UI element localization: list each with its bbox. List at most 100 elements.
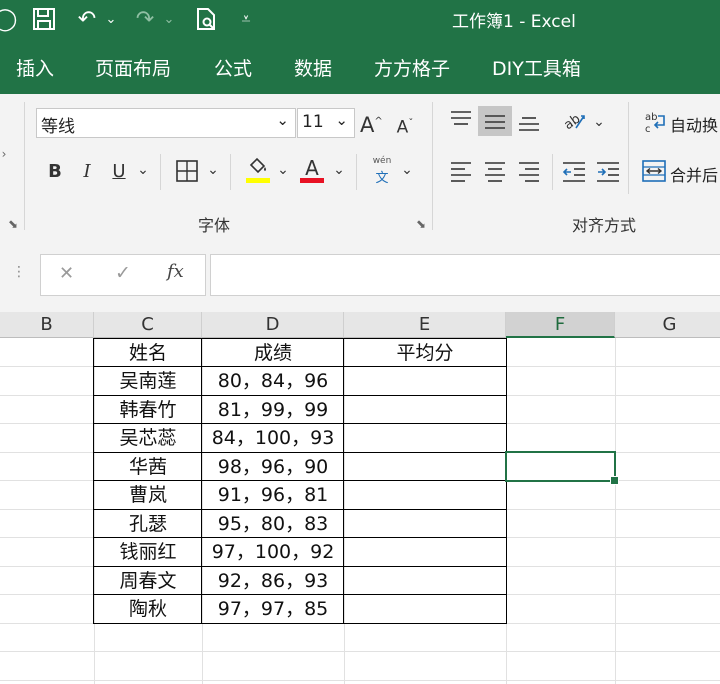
tab-diy-toolbox[interactable]: DIY工具箱 — [492, 54, 581, 81]
decrease-indent-icon[interactable] — [562, 160, 586, 186]
name-cell[interactable]: 吴芯蕊 — [94, 424, 202, 452]
worksheet-grid[interactable]: B C D E F G 姓名 成绩 平均分 吴南莲 80，84，96 韩春竹 8… — [0, 312, 720, 684]
borders-button[interactable] — [176, 160, 198, 186]
column-header-e[interactable]: E — [344, 312, 506, 338]
italic-button[interactable]: I — [76, 160, 98, 184]
merge-center-label[interactable]: 合并后 — [670, 162, 718, 186]
font-color-swatch — [300, 178, 324, 183]
gridline — [0, 680, 720, 681]
name-cell[interactable]: 钱丽红 — [94, 538, 202, 566]
cancel-icon[interactable]: ✕ — [59, 263, 74, 284]
save-icon[interactable] — [30, 0, 58, 38]
align-center-icon[interactable] — [484, 160, 506, 186]
enter-icon[interactable]: ✓ — [115, 262, 131, 284]
wrap-text-label[interactable]: 自动换 — [670, 112, 718, 136]
formula-buttons: ✕ ✓ fx — [40, 254, 206, 296]
tab-fangfang[interactable]: 方方格子 — [374, 54, 450, 81]
print-preview-icon[interactable] — [192, 0, 220, 38]
scores-cell[interactable]: 95，80，83 — [202, 510, 344, 538]
wrap-text-icon: abc — [645, 112, 665, 135]
name-cell[interactable]: 孔瑟 — [94, 510, 202, 538]
underline-dropdown-icon[interactable]: ⌄ — [136, 158, 150, 182]
name-cell[interactable]: 韩春竹 — [94, 396, 202, 424]
scores-cell[interactable]: 97，100，92 — [202, 538, 344, 566]
name-cell[interactable]: 华茜 — [94, 453, 202, 481]
column-header-f[interactable]: F — [506, 312, 615, 338]
clipboard-launcher-icon[interactable]: ⬊ — [6, 212, 20, 236]
name-cell[interactable]: 陶秋 — [94, 595, 202, 623]
fill-color-swatch — [246, 178, 270, 183]
font-dialog-launcher-icon[interactable]: ⬊ — [414, 212, 428, 236]
gridline — [0, 651, 720, 652]
tab-page-layout[interactable]: 页面布局 — [95, 54, 171, 81]
formula-bar: ⋮ ✕ ✓ fx — [0, 238, 720, 312]
shrink-font-button[interactable]: Aˇ — [394, 112, 416, 140]
font-color-dropdown-icon[interactable]: ⌄ — [332, 158, 346, 182]
group-separator — [24, 102, 25, 230]
wrap-text-button[interactable]: ab c — [644, 110, 668, 138]
font-name-dropdown[interactable]: 等线 ⌄ — [36, 108, 296, 138]
scores-cell[interactable]: 97，97，85 — [202, 595, 344, 623]
underline-button[interactable]: U — [108, 160, 130, 184]
formula-input[interactable] — [210, 254, 720, 296]
phonetic-button[interactable]: wén 文 — [370, 156, 396, 188]
tab-insert[interactable]: 插入 — [16, 54, 54, 81]
customize-toolbar-icon[interactable]: ⩡ — [236, 0, 256, 38]
column-header-b[interactable]: B — [0, 312, 94, 338]
active-cell[interactable] — [505, 451, 616, 482]
scores-cell[interactable]: 84，100，93 — [202, 424, 344, 452]
orientation-dropdown-icon[interactable]: ⌄ — [592, 110, 606, 134]
scores-cell[interactable]: 91，96，81 — [202, 481, 344, 509]
name-cell[interactable]: 吴南莲 — [94, 367, 202, 395]
clipboard-edge-icon: › — [1, 147, 7, 161]
undo-icon[interactable]: ↶ — [72, 0, 102, 38]
merge-center-button[interactable] — [642, 160, 666, 186]
scores-cell[interactable]: 98，96，90 — [202, 453, 344, 481]
menu-circle-icon[interactable]: ◯ — [0, 0, 17, 38]
svg-text:c: c — [645, 124, 651, 134]
name-cell[interactable]: 周春文 — [94, 567, 202, 595]
font-group-label: 字体 — [198, 216, 231, 235]
header-scores-cell[interactable]: 成绩 — [202, 339, 344, 367]
borders-dropdown-icon[interactable]: ⌄ — [206, 158, 220, 182]
orientation-icon[interactable]: ab — [561, 108, 588, 136]
increase-indent-icon[interactable] — [596, 160, 620, 186]
resize-handle-icon[interactable]: ⋮ — [12, 264, 26, 280]
column-header-c[interactable]: C — [94, 312, 202, 338]
name-cell[interactable]: 曹岚 — [94, 481, 202, 509]
divider — [628, 102, 629, 194]
ribbon: › ⬊ 等线 ⌄ 11 ⌄ A^ Aˇ B I U ⌄ ⌄ ⌄ A ⌄ wén … — [0, 94, 720, 239]
font-color-icon: A — [305, 156, 319, 180]
fill-handle[interactable] — [610, 476, 619, 485]
title-bar: ◯ ↶ ⌄ ↷ ⌄ ⩡ 工作簿1 - Excel — [0, 0, 720, 38]
insert-function-icon[interactable]: fx — [167, 261, 184, 282]
grow-font-button[interactable]: A^ — [360, 110, 383, 137]
align-bottom-icon[interactable] — [518, 112, 540, 136]
svg-text:ab: ab — [645, 112, 657, 123]
fill-color-dropdown-icon[interactable]: ⌄ — [276, 158, 290, 182]
header-name-cell[interactable]: 姓名 — [94, 339, 202, 367]
scores-cell[interactable]: 80，84，96 — [202, 367, 344, 395]
phonetic-dropdown-icon[interactable]: ⌄ — [400, 158, 414, 182]
align-right-icon[interactable] — [518, 160, 540, 186]
column-header-g[interactable]: G — [615, 312, 720, 338]
undo-dropdown-icon[interactable]: ⌄ — [104, 0, 118, 38]
gridline — [615, 338, 616, 684]
align-left-icon[interactable] — [450, 160, 472, 186]
font-color-button[interactable]: A — [300, 156, 326, 184]
ribbon-tabs: 插入 页面布局 公式 数据 方方格子 DIY工具箱 — [0, 38, 720, 94]
tab-formulas[interactable]: 公式 — [214, 54, 252, 81]
scores-cell[interactable]: 92，86，93 — [202, 567, 344, 595]
bold-button[interactable]: B — [44, 160, 66, 184]
align-middle-button[interactable] — [478, 106, 512, 136]
font-size-dropdown[interactable]: 11 ⌄ — [297, 108, 355, 138]
align-top-icon[interactable] — [450, 110, 472, 134]
redo-dropdown-icon[interactable]: ⌄ — [162, 0, 176, 38]
tab-data[interactable]: 数据 — [294, 54, 332, 81]
column-header-d[interactable]: D — [202, 312, 344, 338]
scores-cell[interactable]: 81，99，99 — [202, 396, 344, 424]
header-average-cell[interactable]: 平均分 — [344, 339, 506, 367]
divider — [230, 154, 231, 190]
redo-icon[interactable]: ↷ — [130, 0, 160, 38]
fill-color-button[interactable] — [246, 156, 272, 184]
